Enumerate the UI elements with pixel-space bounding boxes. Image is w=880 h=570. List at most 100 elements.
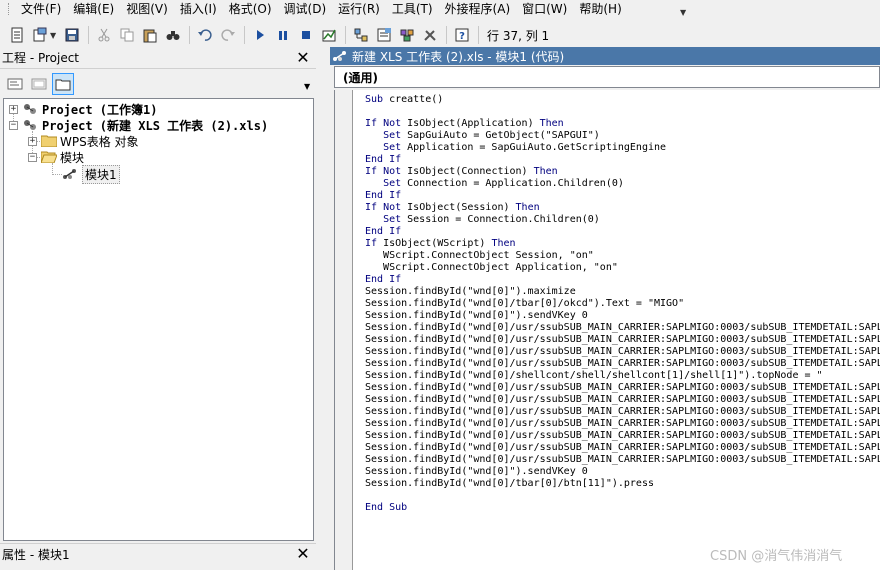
code-margin-bar[interactable] — [335, 90, 353, 570]
view-object-button[interactable] — [28, 73, 50, 95]
run-button[interactable] — [249, 24, 271, 46]
copy-button[interactable] — [116, 24, 138, 46]
properties-window-button[interactable] — [373, 24, 395, 46]
tree-item-module1[interactable]: 模块1 — [62, 164, 120, 184]
cut-button[interactable] — [93, 24, 115, 46]
redo-icon — [221, 29, 235, 41]
properties-panel-title-text: 属性 - 模块1 — [2, 548, 70, 562]
project-explorer-icon — [354, 28, 368, 42]
view-code-icon — [7, 78, 23, 90]
chevron-down-icon[interactable]: ▼ — [50, 31, 58, 40]
play-icon — [257, 30, 264, 40]
toolbar-separator — [189, 26, 190, 44]
menu-tools[interactable]: 工具(T) — [386, 0, 439, 18]
code-line: Session.findById("wnd[0]/usr/ssubSUB_MAI… — [365, 322, 880, 333]
menu-file[interactable]: 文件(F) — [15, 0, 67, 18]
folder-icon — [41, 135, 57, 147]
code-line: Set SapGuiAuto = GetObject("SAPGUI") — [383, 130, 600, 141]
help-icon: ? — [455, 28, 469, 42]
project-tree[interactable]: + Project (工作簿1) − Project (新建 XLS 工作表 (… — [3, 98, 314, 541]
project-icon — [24, 104, 36, 114]
undo-icon — [198, 29, 212, 41]
object-browser-button[interactable] — [396, 24, 418, 46]
tools-icon — [424, 30, 436, 41]
tree-item-project2[interactable]: − Project (新建 XLS 工作表 (2).xls) — [9, 117, 268, 133]
reset-button[interactable] — [295, 24, 317, 46]
break-button[interactable] — [272, 24, 294, 46]
menu-window[interactable]: 窗口(W) — [516, 0, 573, 18]
project-panel-title-text: 工程 - Project — [2, 51, 80, 65]
code-line: WScript.ConnectObject Session, "on" — [365, 250, 594, 261]
code-line: If Not IsObject(Session) Then — [365, 202, 540, 213]
stop-icon — [302, 31, 310, 39]
help-button[interactable]: ? — [451, 24, 473, 46]
code-line: End If — [365, 274, 402, 285]
code-line: If IsObject(WScript) Then — [365, 238, 516, 249]
menu-insert[interactable]: 插入(I) — [174, 0, 223, 18]
code-line: Session.findById("wnd[0]/usr/ssubSUB_MAI… — [365, 442, 880, 453]
pause-icon — [279, 31, 287, 40]
save-button[interactable] — [61, 24, 83, 46]
collapse-icon[interactable]: − — [9, 120, 18, 130]
code-line: Session.findById("wnd[0]/usr/ssubSUB_MAI… — [365, 418, 880, 429]
code-line: Session.findById("wnd[0]").sendVKey 0 — [365, 310, 588, 321]
code-line: Session.findById("wnd[0]/usr/ssubSUB_MAI… — [365, 334, 880, 345]
menu-view[interactable]: 视图(V) — [120, 0, 174, 18]
code-line: Set Session = Connection.Children(0) — [383, 214, 600, 225]
menu-help[interactable]: 帮助(H) — [573, 0, 627, 18]
find-button[interactable] — [162, 24, 184, 46]
scissors-icon — [98, 28, 110, 42]
toolbar-separator — [446, 26, 447, 44]
view-excel-button[interactable] — [6, 24, 28, 46]
project-panel-chevron-icon[interactable]: ▼ — [304, 82, 310, 91]
toolbox-button[interactable] — [419, 24, 441, 46]
tree-item-modules[interactable]: − 模块 — [28, 149, 84, 165]
menu-format[interactable]: 格式(O) — [223, 0, 278, 18]
design-mode-button[interactable] — [318, 24, 340, 46]
folder-icon — [55, 79, 71, 91]
project-icon — [24, 120, 36, 130]
object-combo[interactable]: (通用) — [334, 66, 880, 88]
tree-item-project1[interactable]: + Project (工作簿1) — [9, 101, 157, 117]
paste-button[interactable] — [139, 24, 161, 46]
module-icon — [333, 51, 346, 61]
code-line: WScript.ConnectObject Application, "on" — [365, 262, 618, 273]
folder-open-icon — [41, 151, 57, 163]
toolbar-separator — [478, 26, 479, 44]
tree-item-wps-objects[interactable]: + WPS表格 对象 — [28, 133, 139, 149]
tree-label: WPS表格 对象 — [60, 134, 139, 149]
code-text[interactable]: Sub creatte() If Not IsObject(Applicatio… — [365, 94, 880, 514]
properties-panel-close-button[interactable]: ✕ — [294, 545, 312, 563]
insert-module-button[interactable] — [29, 24, 51, 46]
view-object-icon — [31, 78, 47, 90]
menu-addins[interactable]: 外接程序(A) — [439, 0, 517, 18]
code-line: Session.findById("wnd[0]").maximize — [365, 286, 576, 297]
code-line: Session.findById("wnd[0]/usr/ssubSUB_MAI… — [365, 406, 880, 417]
view-code-button[interactable] — [4, 73, 26, 95]
expand-icon[interactable]: + — [9, 104, 18, 114]
redo-button[interactable] — [217, 24, 239, 46]
toolbar-options-chevron-icon[interactable]: ▼ — [680, 8, 686, 17]
menu-edit[interactable]: 编辑(E) — [67, 0, 120, 18]
code-line: End If — [365, 154, 402, 165]
code-editor[interactable]: Sub creatte() If Not IsObject(Applicatio… — [334, 90, 880, 570]
undo-button[interactable] — [194, 24, 216, 46]
expand-icon[interactable]: + — [28, 136, 37, 146]
collapse-icon[interactable]: − — [28, 152, 37, 162]
object-combo-value: (通用) — [343, 70, 378, 85]
code-line: Session.findById("wnd[0]/usr/ssubSUB_MAI… — [365, 430, 880, 441]
project-panel-close-button[interactable]: ✕ — [294, 49, 312, 67]
code-line: Session.findById("wnd[0]/usr/ssubSUB_MAI… — [365, 346, 880, 357]
menu-run[interactable]: 运行(R) — [332, 0, 386, 18]
project-explorer-button[interactable] — [350, 24, 372, 46]
toggle-folders-button[interactable] — [52, 73, 74, 95]
panel-splitter[interactable] — [318, 47, 330, 570]
binoculars-icon — [166, 31, 180, 40]
menu-debug[interactable]: 调试(D) — [278, 0, 333, 18]
code-line: Sub creatte() — [365, 94, 444, 105]
code-window-title-bar[interactable]: 新建 XLS 工作表 (2).xls - 模块1 (代码) — [330, 47, 880, 65]
code-line: Session.findById("wnd[0]/shellcont/shell… — [365, 370, 823, 381]
code-window-title: 新建 XLS 工作表 (2).xls - 模块1 (代码) — [352, 49, 565, 64]
